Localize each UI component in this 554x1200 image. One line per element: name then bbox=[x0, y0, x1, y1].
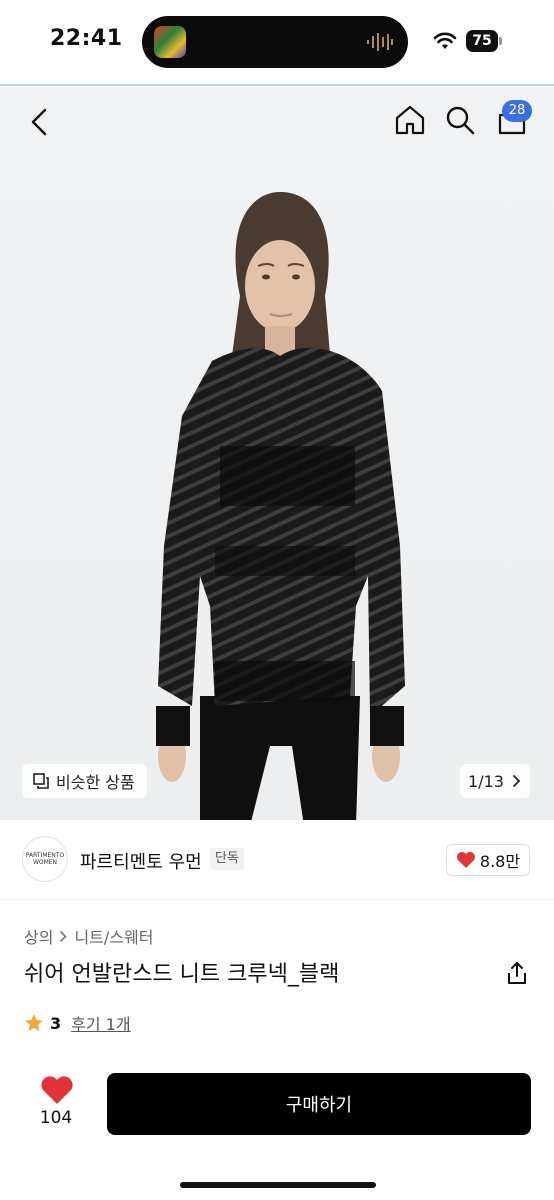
star-icon bbox=[25, 1014, 43, 1032]
dynamic-island bbox=[142, 16, 408, 68]
breadcrumb: 상의 니트/스웨터 bbox=[24, 924, 153, 948]
chevron-right-icon bbox=[60, 930, 68, 942]
review-link[interactable]: 후기 1개 bbox=[71, 1011, 130, 1035]
brand-logo[interactable]: PARTIMENTO WOMEN bbox=[22, 836, 68, 882]
brand-like-button[interactable]: 8.8만 bbox=[446, 844, 530, 876]
audio-wave-icon bbox=[367, 33, 393, 51]
product-title: 쉬어 언발란스드 니트 크루넥_블랙 bbox=[24, 962, 340, 987]
battery-icon: 75 bbox=[466, 30, 502, 52]
wishlist-count: 104 bbox=[39, 1108, 73, 1128]
back-arrow-icon[interactable] bbox=[26, 106, 54, 138]
battery-level: 75 bbox=[466, 30, 498, 52]
brand-logo-text-line1: PARTIMENTO bbox=[25, 852, 65, 859]
rating-value: 3 bbox=[50, 1013, 62, 1033]
gallery-page-counter[interactable]: 1/13 bbox=[460, 764, 530, 798]
brand-row: PARTIMENTO WOMEN 파르티멘토 우먼 단독 8.8만 bbox=[0, 820, 554, 900]
home-icon[interactable] bbox=[394, 104, 426, 136]
product-image-gallery[interactable]: 28 비슷한 상품 1/13 bbox=[0, 86, 554, 820]
buy-button[interactable]: 구매하기 bbox=[107, 1073, 531, 1135]
brand-like-count: 8.8만 bbox=[479, 852, 521, 871]
brand-name[interactable]: 파르티멘토 우먼 bbox=[80, 848, 202, 874]
similar-products-label: 비슷한 상품 bbox=[56, 773, 135, 792]
home-indicator[interactable] bbox=[180, 1182, 376, 1188]
copy-icon bbox=[33, 773, 49, 789]
similar-products-button[interactable]: 비슷한 상품 bbox=[22, 764, 147, 798]
heart-icon bbox=[456, 852, 475, 868]
brand-logo-text-line2: WOMEN bbox=[32, 859, 58, 866]
now-playing-art-icon bbox=[154, 26, 186, 58]
breadcrumb-item-subcategory[interactable]: 니트/스웨터 bbox=[74, 924, 153, 948]
status-bar: 22:41 75 bbox=[0, 0, 554, 84]
breadcrumb-item-category[interactable]: 상의 bbox=[24, 924, 53, 948]
share-icon[interactable] bbox=[504, 960, 530, 986]
rating-row: 3 후기 1개 bbox=[24, 1011, 131, 1035]
search-icon[interactable] bbox=[444, 104, 476, 136]
status-time: 22:41 bbox=[50, 26, 123, 51]
page-counter-text: 1/13 bbox=[468, 771, 504, 791]
wishlist-heart-icon[interactable] bbox=[40, 1075, 74, 1105]
chevron-right-icon bbox=[513, 775, 521, 787]
cart-count-badge: 28 bbox=[502, 100, 532, 122]
wifi-icon bbox=[433, 32, 457, 49]
product-photo bbox=[156, 192, 405, 820]
exclusive-badge: 단독 bbox=[210, 848, 244, 870]
